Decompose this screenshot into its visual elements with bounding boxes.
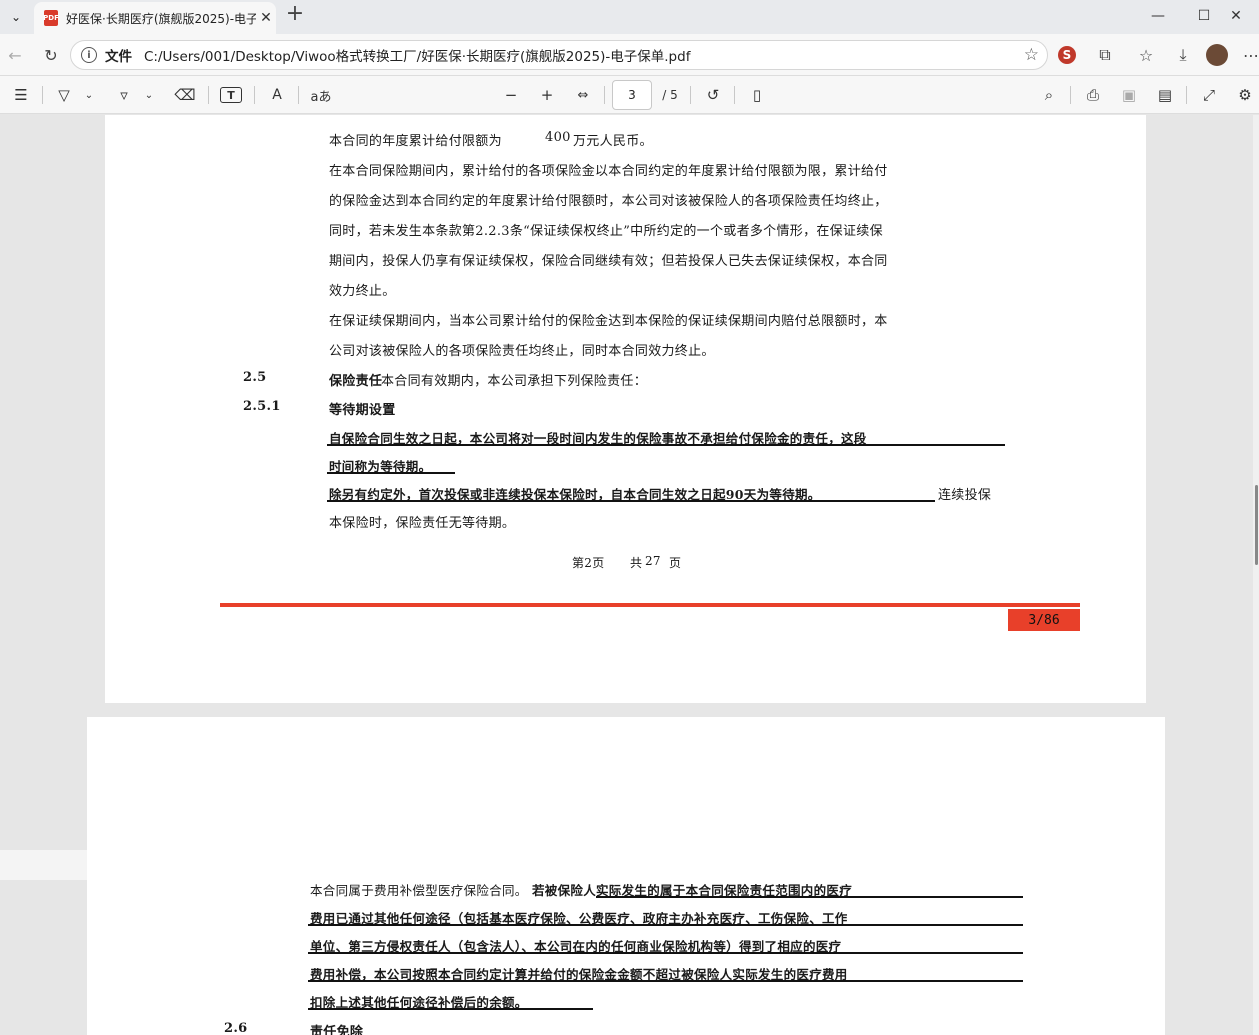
section-title: 责任免除 — [310, 1025, 364, 1035]
toolbar-separator — [734, 86, 735, 104]
favorites-icon[interactable]: ☆ — [1135, 44, 1157, 66]
underline — [327, 500, 935, 502]
translate-icon[interactable]: aあ — [310, 84, 332, 106]
underline — [308, 952, 1023, 954]
downloads-icon[interactable]: ⤓ — [1172, 44, 1194, 66]
page-divider-line — [220, 603, 1080, 607]
more-menu-icon[interactable]: ⋯ — [1240, 44, 1259, 66]
section-title: 等待期设置 — [329, 403, 396, 418]
text-line: 连续投保 — [938, 488, 992, 503]
page-number-input[interactable]: 3 — [612, 80, 652, 110]
toolbar-separator — [208, 86, 209, 104]
extension-s-icon[interactable]: S — [1058, 46, 1076, 64]
pdf-file-icon: PDF — [43, 10, 59, 26]
fit-width-icon[interactable]: ⇔ — [572, 84, 594, 106]
address-url: C:/Users/001/Desktop/Viwoo格式转换工厂/好医保·长期医… — [144, 49, 691, 65]
new-tab-icon[interactable]: + — [284, 3, 306, 26]
save-as-icon[interactable]: ▤ — [1154, 84, 1176, 106]
close-window-icon[interactable]: ✕ — [1213, 4, 1259, 28]
toolbar-separator — [1186, 86, 1187, 104]
text-line: 在本合同保险期间内，累计给付的各项保险金以本合同约定的年度累计给付限额为限，累计… — [329, 164, 888, 179]
underline — [327, 472, 455, 474]
zoom-in-icon[interactable]: + — [536, 84, 558, 106]
navigation-bar: ← ↻ i 文件 C:/Users/001/Desktop/Viwoo格式转换工… — [0, 34, 1259, 76]
scrollbar-thumb[interactable] — [1255, 485, 1258, 565]
text-line: 本保险时，保险责任无等待期。 — [329, 516, 516, 531]
address-bar[interactable]: i 文件 C:/Users/001/Desktop/Viwoo格式转换工厂/好医… — [70, 40, 1048, 70]
toolbar-separator — [254, 86, 255, 104]
toolbar-separator — [42, 86, 43, 104]
address-scheme-label: 文件 — [105, 49, 132, 65]
reload-icon[interactable]: ↻ — [40, 44, 62, 66]
pdf-page-current: 本合同的年度累计给付限额为 400 万元人民币。 在本合同保险期间内，累计给付的… — [105, 115, 1146, 703]
toolbar-separator — [604, 86, 605, 104]
text-line: 万元人民币。 — [573, 134, 653, 149]
section-number: 2.5 — [243, 370, 267, 385]
page-footer-total: 27 — [645, 554, 661, 568]
highlight-options-chevron-icon[interactable]: ⌄ — [82, 84, 96, 106]
text-line: 400 — [545, 130, 571, 145]
section-title: 保险责任 — [329, 374, 383, 389]
draw-icon[interactable]: ▿ — [114, 84, 134, 106]
section-number: 2.5.1 — [243, 399, 281, 414]
profile-avatar[interactable] — [1206, 44, 1228, 66]
underline — [308, 980, 1023, 982]
toolbar-separator — [1070, 86, 1071, 104]
text-line: 本合同属于费用补偿型医疗保险合同。 — [310, 883, 528, 898]
text-box-icon[interactable]: T — [220, 87, 242, 103]
minimize-icon[interactable]: — — [1135, 4, 1181, 28]
underline — [308, 1008, 593, 1010]
highlight-icon[interactable]: ▽ — [54, 84, 74, 106]
vertical-scrollbar[interactable] — [1253, 115, 1259, 1035]
pdf-toolbar: ☰ ▽ ⌄ ▿ ⌄ ⌫ T A aあ − + ⇔ 3 / 5 ↺ ▯ ⌕ ⎙ ▣… — [0, 76, 1259, 114]
tab-strip: ⌄ PDF 好医保·长期医疗(旗舰版2025)-电子保单.pdf ✕ + — ☐… — [0, 0, 1259, 34]
text-line: 的保险金达到本合同约定的年度累计给付限额时，本公司对该被保险人的各项保险责任均终… — [329, 194, 888, 209]
toolbar-separator — [690, 86, 691, 104]
page-footer-number: 第2页 — [572, 556, 605, 570]
read-aloud-icon[interactable]: A — [266, 84, 288, 106]
text-line: 在保证续保期间内，当本公司累计给付的保险金达到本保险的保证续保期间内赔付总限额时… — [329, 314, 888, 329]
section-text: 本合同有效期内，本公司承担下列保险责任： — [381, 374, 648, 389]
tab-title: 好医保·长期医疗(旗舰版2025)-电子保单.pdf — [66, 11, 256, 26]
browser-tab[interactable]: PDF 好医保·长期医疗(旗舰版2025)-电子保单.pdf ✕ — [34, 2, 276, 34]
page-badge: 3/86 — [1008, 609, 1080, 631]
text-line: 公司对该被保险人的各项保险责任均终止，同时本合同效力终止。 — [329, 344, 715, 359]
site-info-icon[interactable]: i — [81, 47, 97, 63]
section-number: 2.6 — [224, 1021, 248, 1035]
extensions-puzzle-icon[interactable]: ⧉ — [1094, 44, 1116, 66]
print-icon[interactable]: ⎙ — [1082, 84, 1104, 106]
underline — [308, 924, 1023, 926]
text-line: 本合同的年度累计给付限额为 — [329, 134, 502, 149]
draw-options-chevron-icon[interactable]: ⌄ — [142, 84, 156, 106]
settings-gear-icon[interactable]: ⚙ — [1234, 84, 1256, 106]
tab-list-chevron-icon[interactable]: ⌄ — [6, 7, 26, 27]
save-icon[interactable]: ▣ — [1118, 84, 1140, 106]
page-view-icon[interactable]: ▯ — [746, 84, 768, 106]
search-icon[interactable]: ⌕ — [1038, 84, 1060, 106]
eraser-icon[interactable]: ⌫ — [174, 84, 196, 106]
back-icon[interactable]: ← — [4, 44, 26, 66]
underline — [327, 444, 1005, 446]
total-pages: / 5 — [662, 88, 678, 102]
fullscreen-icon[interactable]: ⤢ — [1198, 84, 1220, 106]
rotate-icon[interactable]: ↺ — [702, 84, 724, 106]
contents-list-icon[interactable]: ☰ — [10, 84, 32, 106]
underline — [596, 896, 1023, 898]
page-footer-total-label: 共 — [630, 556, 643, 570]
text-line: 期间内，投保人仍享有保证续保权，保险合同继续有效；但若投保人已失去保证续保权，本… — [329, 254, 888, 269]
viewer-left-strip — [0, 850, 87, 880]
text-line: 效力终止。 — [329, 284, 396, 299]
pdf-viewer[interactable]: 本合同的年度累计给付限额为 400 万元人民币。 在本合同保险期间内，累计给付的… — [0, 115, 1259, 1035]
text-line: 同时，若未发生本条款第2.2.3条“保证续保权终止”中所约定的一个或者多个情形，… — [329, 224, 883, 239]
close-tab-icon[interactable]: ✕ — [256, 10, 276, 26]
favorite-star-icon[interactable]: ☆ — [1024, 45, 1039, 65]
zoom-out-icon[interactable]: − — [500, 84, 522, 106]
page-footer-total-unit: 页 — [669, 556, 682, 570]
pdf-page-next: 本合同属于费用补偿型医疗保险合同。 若被保险人实际发生的属于本合同保险责任范围内… — [87, 717, 1165, 1035]
toolbar-separator — [298, 86, 299, 104]
